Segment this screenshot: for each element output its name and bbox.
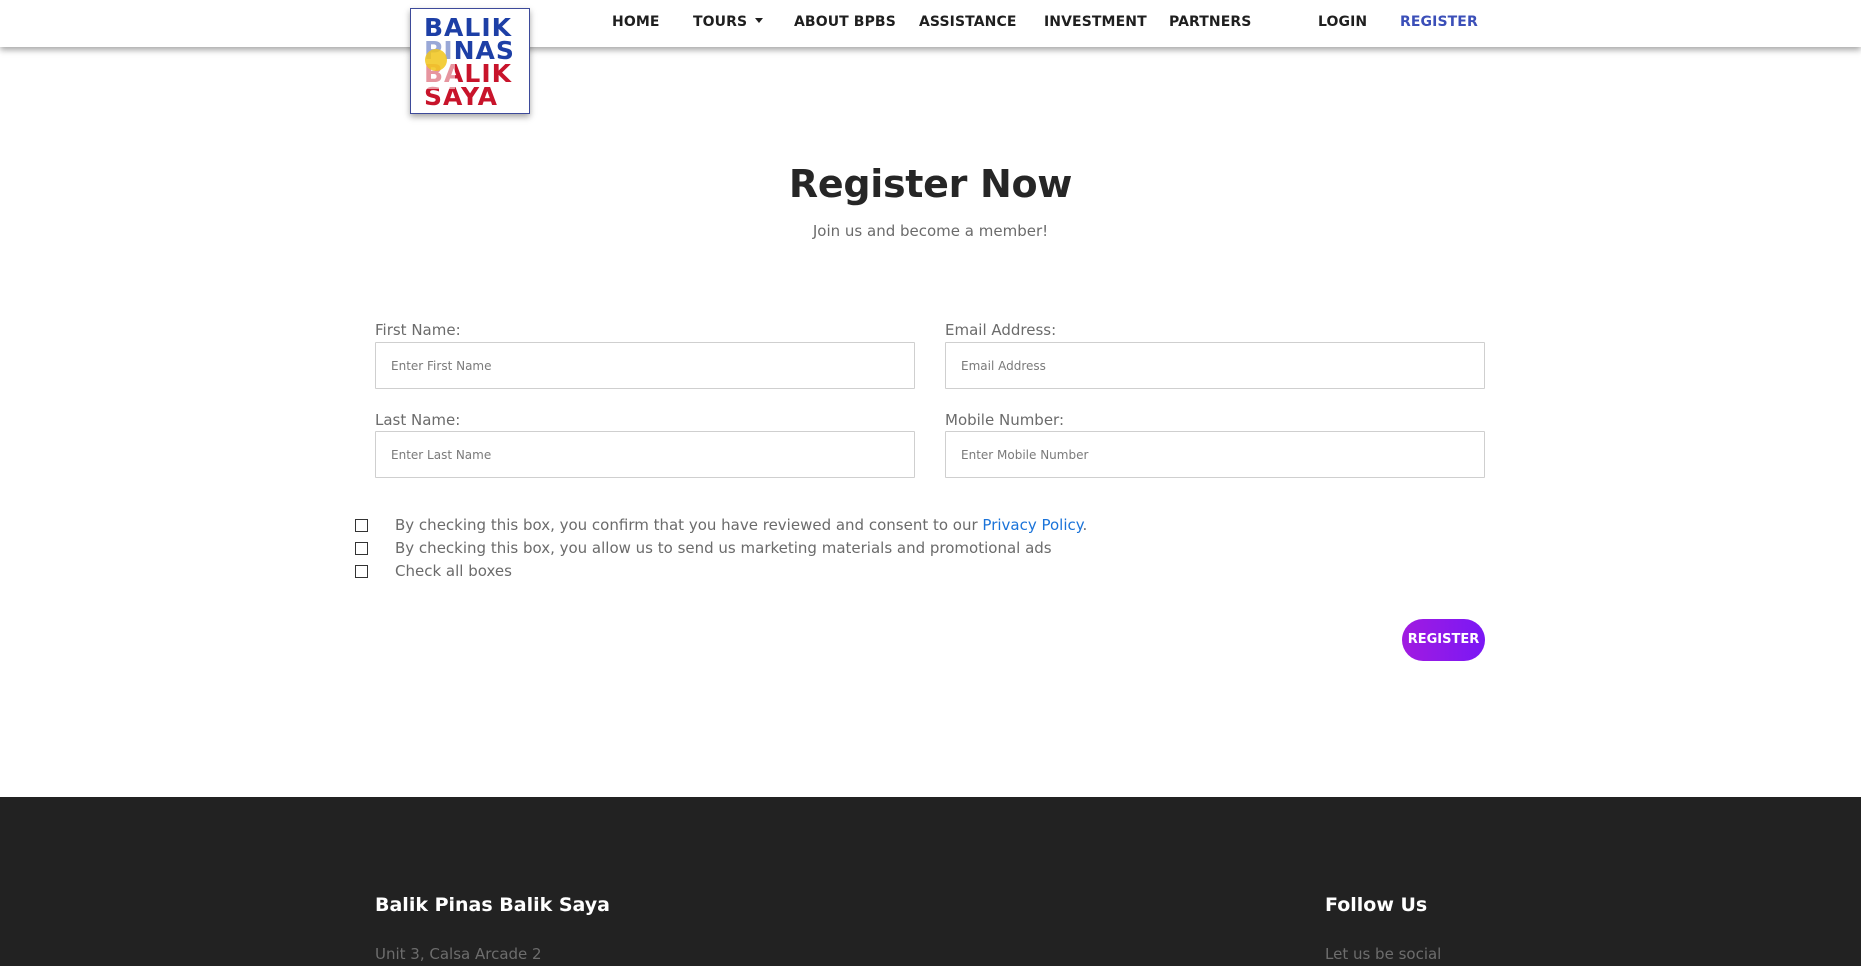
check-all-checkbox[interactable] (355, 565, 368, 578)
footer-follow-text: Let us be social (1325, 945, 1442, 963)
privacy-policy-link[interactable]: Privacy Policy (982, 516, 1082, 534)
last-name-field[interactable] (375, 431, 915, 478)
nav-investment-link[interactable]: INVESTMENT (1044, 14, 1147, 30)
nav-partners-link[interactable]: PARTNERS (1169, 14, 1251, 30)
nav-tours-label: TOURS (693, 14, 748, 30)
footer-address: Unit 3, Calsa Arcade 2 (375, 945, 542, 963)
nav-about-link[interactable]: ABOUT BPBS (794, 14, 896, 30)
last-name-label: Last Name: (375, 411, 461, 429)
register-submit-button[interactable]: REGISTER (1402, 619, 1485, 661)
page-title: Register Now (788, 162, 1073, 206)
marketing-checkbox[interactable] (355, 542, 368, 555)
top-navbar: HOME TOURS ABOUT BPBS ASSISTANCE INVESTM… (0, 0, 1861, 47)
consent-checkbox[interactable] (355, 519, 368, 532)
footer: Balik Pinas Balik Saya Unit 3, Calsa Arc… (0, 797, 1861, 966)
mobile-number-label: Mobile Number: (945, 411, 1065, 429)
check-all-label: Check all boxes (395, 562, 512, 580)
marketing-label: By checking this box, you allow us to se… (395, 539, 1052, 557)
email-label: Email Address: (945, 321, 1057, 339)
consent-text: By checking this box, you confirm that y… (395, 516, 1087, 534)
consent-label: By checking this box, you confirm that y… (395, 516, 983, 534)
sun-emblem-icon (419, 37, 455, 89)
footer-follow-title: Follow Us (1325, 894, 1428, 916)
page-subtitle: Join us and become a member! (812, 222, 1049, 240)
caret-down-icon (755, 18, 764, 23)
site-logo[interactable]: BALIK PINAS BALIK SAYA (410, 8, 530, 114)
nav-assistance-link[interactable]: ASSISTANCE (919, 14, 1017, 30)
nav-tours-dropdown[interactable]: TOURS (693, 14, 764, 30)
nav-home-link[interactable]: HOME (612, 14, 660, 30)
nav-register-link[interactable]: REGISTER (1400, 14, 1478, 30)
first-name-field[interactable] (375, 342, 915, 389)
first-name-label: First Name: (375, 321, 461, 339)
mobile-number-field[interactable] (945, 431, 1485, 478)
footer-brand-title: Balik Pinas Balik Saya (375, 894, 610, 916)
email-field[interactable] (945, 342, 1485, 389)
consent-suffix: . (1082, 516, 1088, 534)
nav-login-link[interactable]: LOGIN (1318, 14, 1367, 30)
